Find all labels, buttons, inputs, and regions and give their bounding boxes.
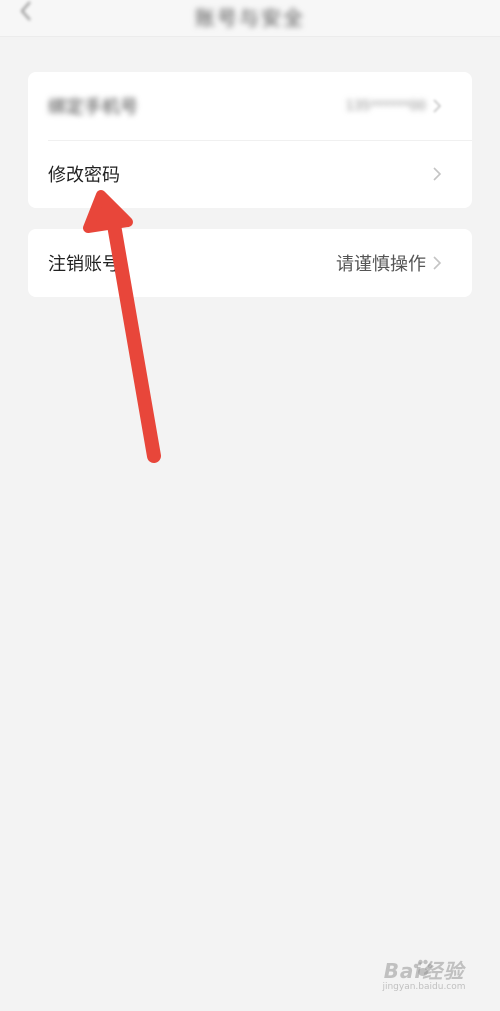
bind-phone-row[interactable]: 绑定手机号 135******00 <box>28 72 472 140</box>
paw-icon <box>413 959 433 976</box>
cancel-account-warning: 请谨慎操作 <box>336 254 426 275</box>
top-navigation-bar: 账号与安全 <box>0 0 500 37</box>
chevron-right-icon <box>433 99 442 113</box>
change-password-row[interactable]: 修改密码 <box>28 140 472 208</box>
chevron-right-icon <box>433 167 442 181</box>
account-settings-group: 绑定手机号 135******00 修改密码 <box>28 72 472 208</box>
account-deletion-group: 注销账号 请谨慎操作 <box>28 229 472 297</box>
watermark-url: jingyan.baidu.com <box>382 982 466 992</box>
page-title: 账号与安全 <box>195 6 305 30</box>
bound-phone-value: 135******00 <box>345 98 426 114</box>
change-password-label: 修改密码 <box>48 165 120 186</box>
cancel-account-label: 注销账号 <box>48 254 120 275</box>
cancel-account-row[interactable]: 注销账号 请谨慎操作 <box>28 229 472 297</box>
watermark: Bai经验 jingyan.baidu.com <box>374 955 474 992</box>
bind-phone-label: 绑定手机号 <box>48 97 138 118</box>
chevron-right-icon <box>433 256 442 270</box>
